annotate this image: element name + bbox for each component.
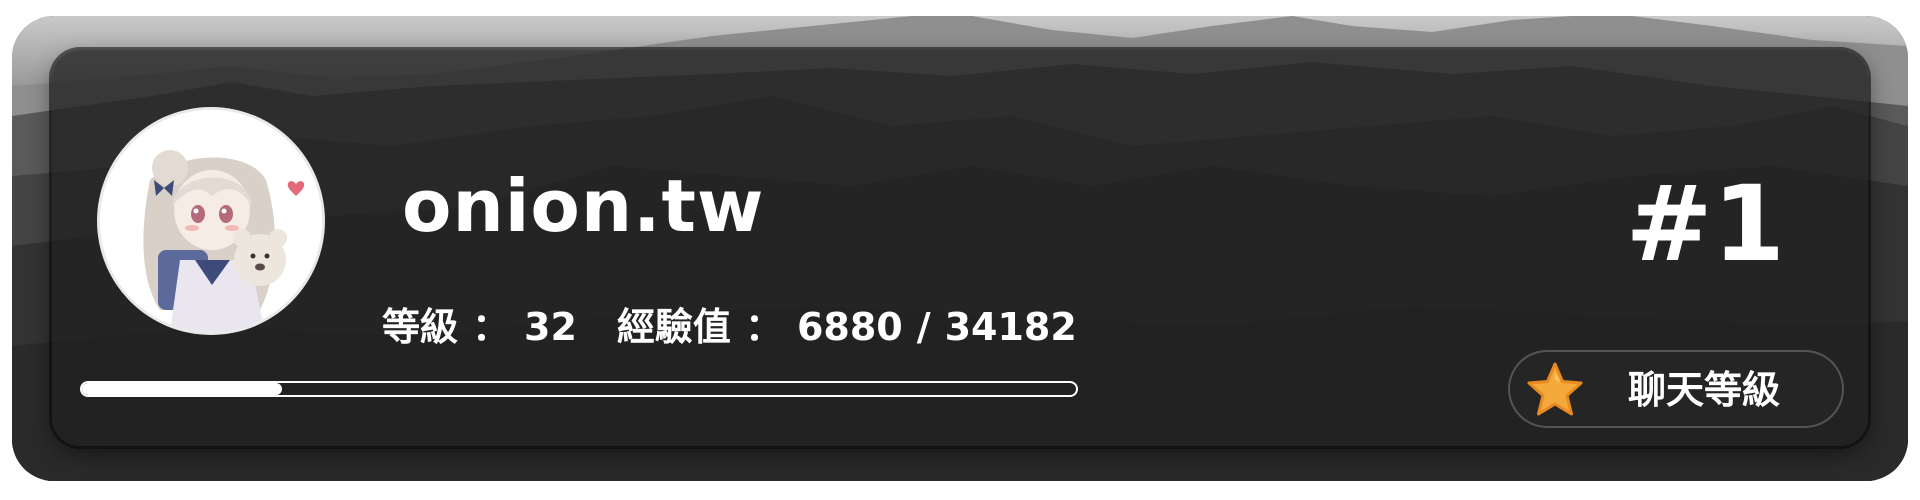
experience-current: 6880 xyxy=(796,305,903,349)
username: onion.tw xyxy=(402,164,765,248)
rank-number: #1 xyxy=(1625,163,1785,285)
user-avatar xyxy=(100,110,322,332)
experience-separator: / xyxy=(916,305,931,349)
experience-total: 34182 xyxy=(944,305,1077,349)
experience-progress-fill xyxy=(82,383,283,395)
chat-level-button[interactable]: 聊天等級 xyxy=(1508,350,1844,428)
star-icon xyxy=(1527,362,1583,416)
chat-level-label: 聊天等級 xyxy=(1628,368,1781,412)
experience-progress-bar xyxy=(80,381,1078,397)
experience-colon: ： xyxy=(744,305,783,349)
avatar-illustration xyxy=(100,110,322,332)
level-experience-stats: 等級 ： 32 經驗值 ： 6880 / 34182 xyxy=(382,308,1077,346)
experience-label: 經驗值 xyxy=(616,305,731,349)
level-value: 32 xyxy=(524,305,577,349)
level-label: 等級 xyxy=(382,305,459,349)
level-colon: ： xyxy=(472,305,511,349)
